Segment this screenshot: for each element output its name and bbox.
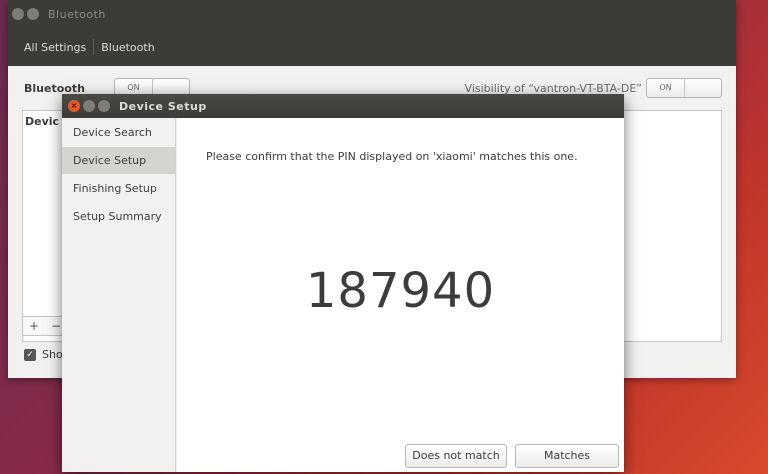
dialog-title: Device Setup	[119, 99, 207, 113]
step-setup-summary: Setup Summary	[73, 210, 162, 223]
device-list-header: Devic	[25, 115, 60, 128]
breadcrumb-all-settings[interactable]: All Settings	[24, 41, 86, 54]
does-not-match-button[interactable]: Does not match	[405, 444, 507, 468]
bluetooth-window-titlebar: Bluetooth	[8, 0, 736, 28]
minimize-icon[interactable]	[83, 100, 95, 112]
breadcrumb-bluetooth[interactable]: Bluetooth	[101, 41, 154, 54]
window-title: Bluetooth	[48, 7, 106, 21]
toggle-knob	[685, 79, 721, 97]
show-checkbox-row[interactable]: ✓ Sho	[24, 348, 63, 361]
pin-confirm-message: Please confirm that the PIN displayed on…	[206, 150, 578, 163]
maximize-icon[interactable]	[98, 100, 110, 112]
add-device-button[interactable]: +	[23, 319, 45, 333]
close-window-icon[interactable]	[12, 8, 24, 20]
minimize-window-icon[interactable]	[27, 8, 39, 20]
dialog-content: Please confirm that the PIN displayed on…	[177, 118, 624, 472]
dialog-titlebar: × Device Setup	[62, 94, 624, 118]
step-device-setup: Device Setup	[62, 147, 175, 174]
close-icon[interactable]: ×	[68, 100, 80, 112]
step-device-search: Device Search	[73, 126, 152, 139]
breadcrumb-divider	[93, 39, 95, 55]
visibility-toggle[interactable]: ON	[646, 78, 722, 98]
breadcrumb: All Settings Bluetooth	[8, 28, 736, 66]
pin-code: 187940	[305, 263, 496, 319]
device-setup-dialog: × Device Setup Device Search Device Setu…	[62, 94, 624, 472]
matches-button[interactable]: Matches	[515, 444, 619, 468]
checkbox-checked-icon[interactable]: ✓	[24, 348, 36, 361]
setup-steps-sidebar: Device Search Device Setup Finishing Set…	[62, 118, 176, 472]
show-checkbox-label: Sho	[42, 348, 63, 361]
visibility-toggle-label: ON	[647, 79, 685, 97]
step-finishing-setup: Finishing Setup	[73, 182, 157, 195]
